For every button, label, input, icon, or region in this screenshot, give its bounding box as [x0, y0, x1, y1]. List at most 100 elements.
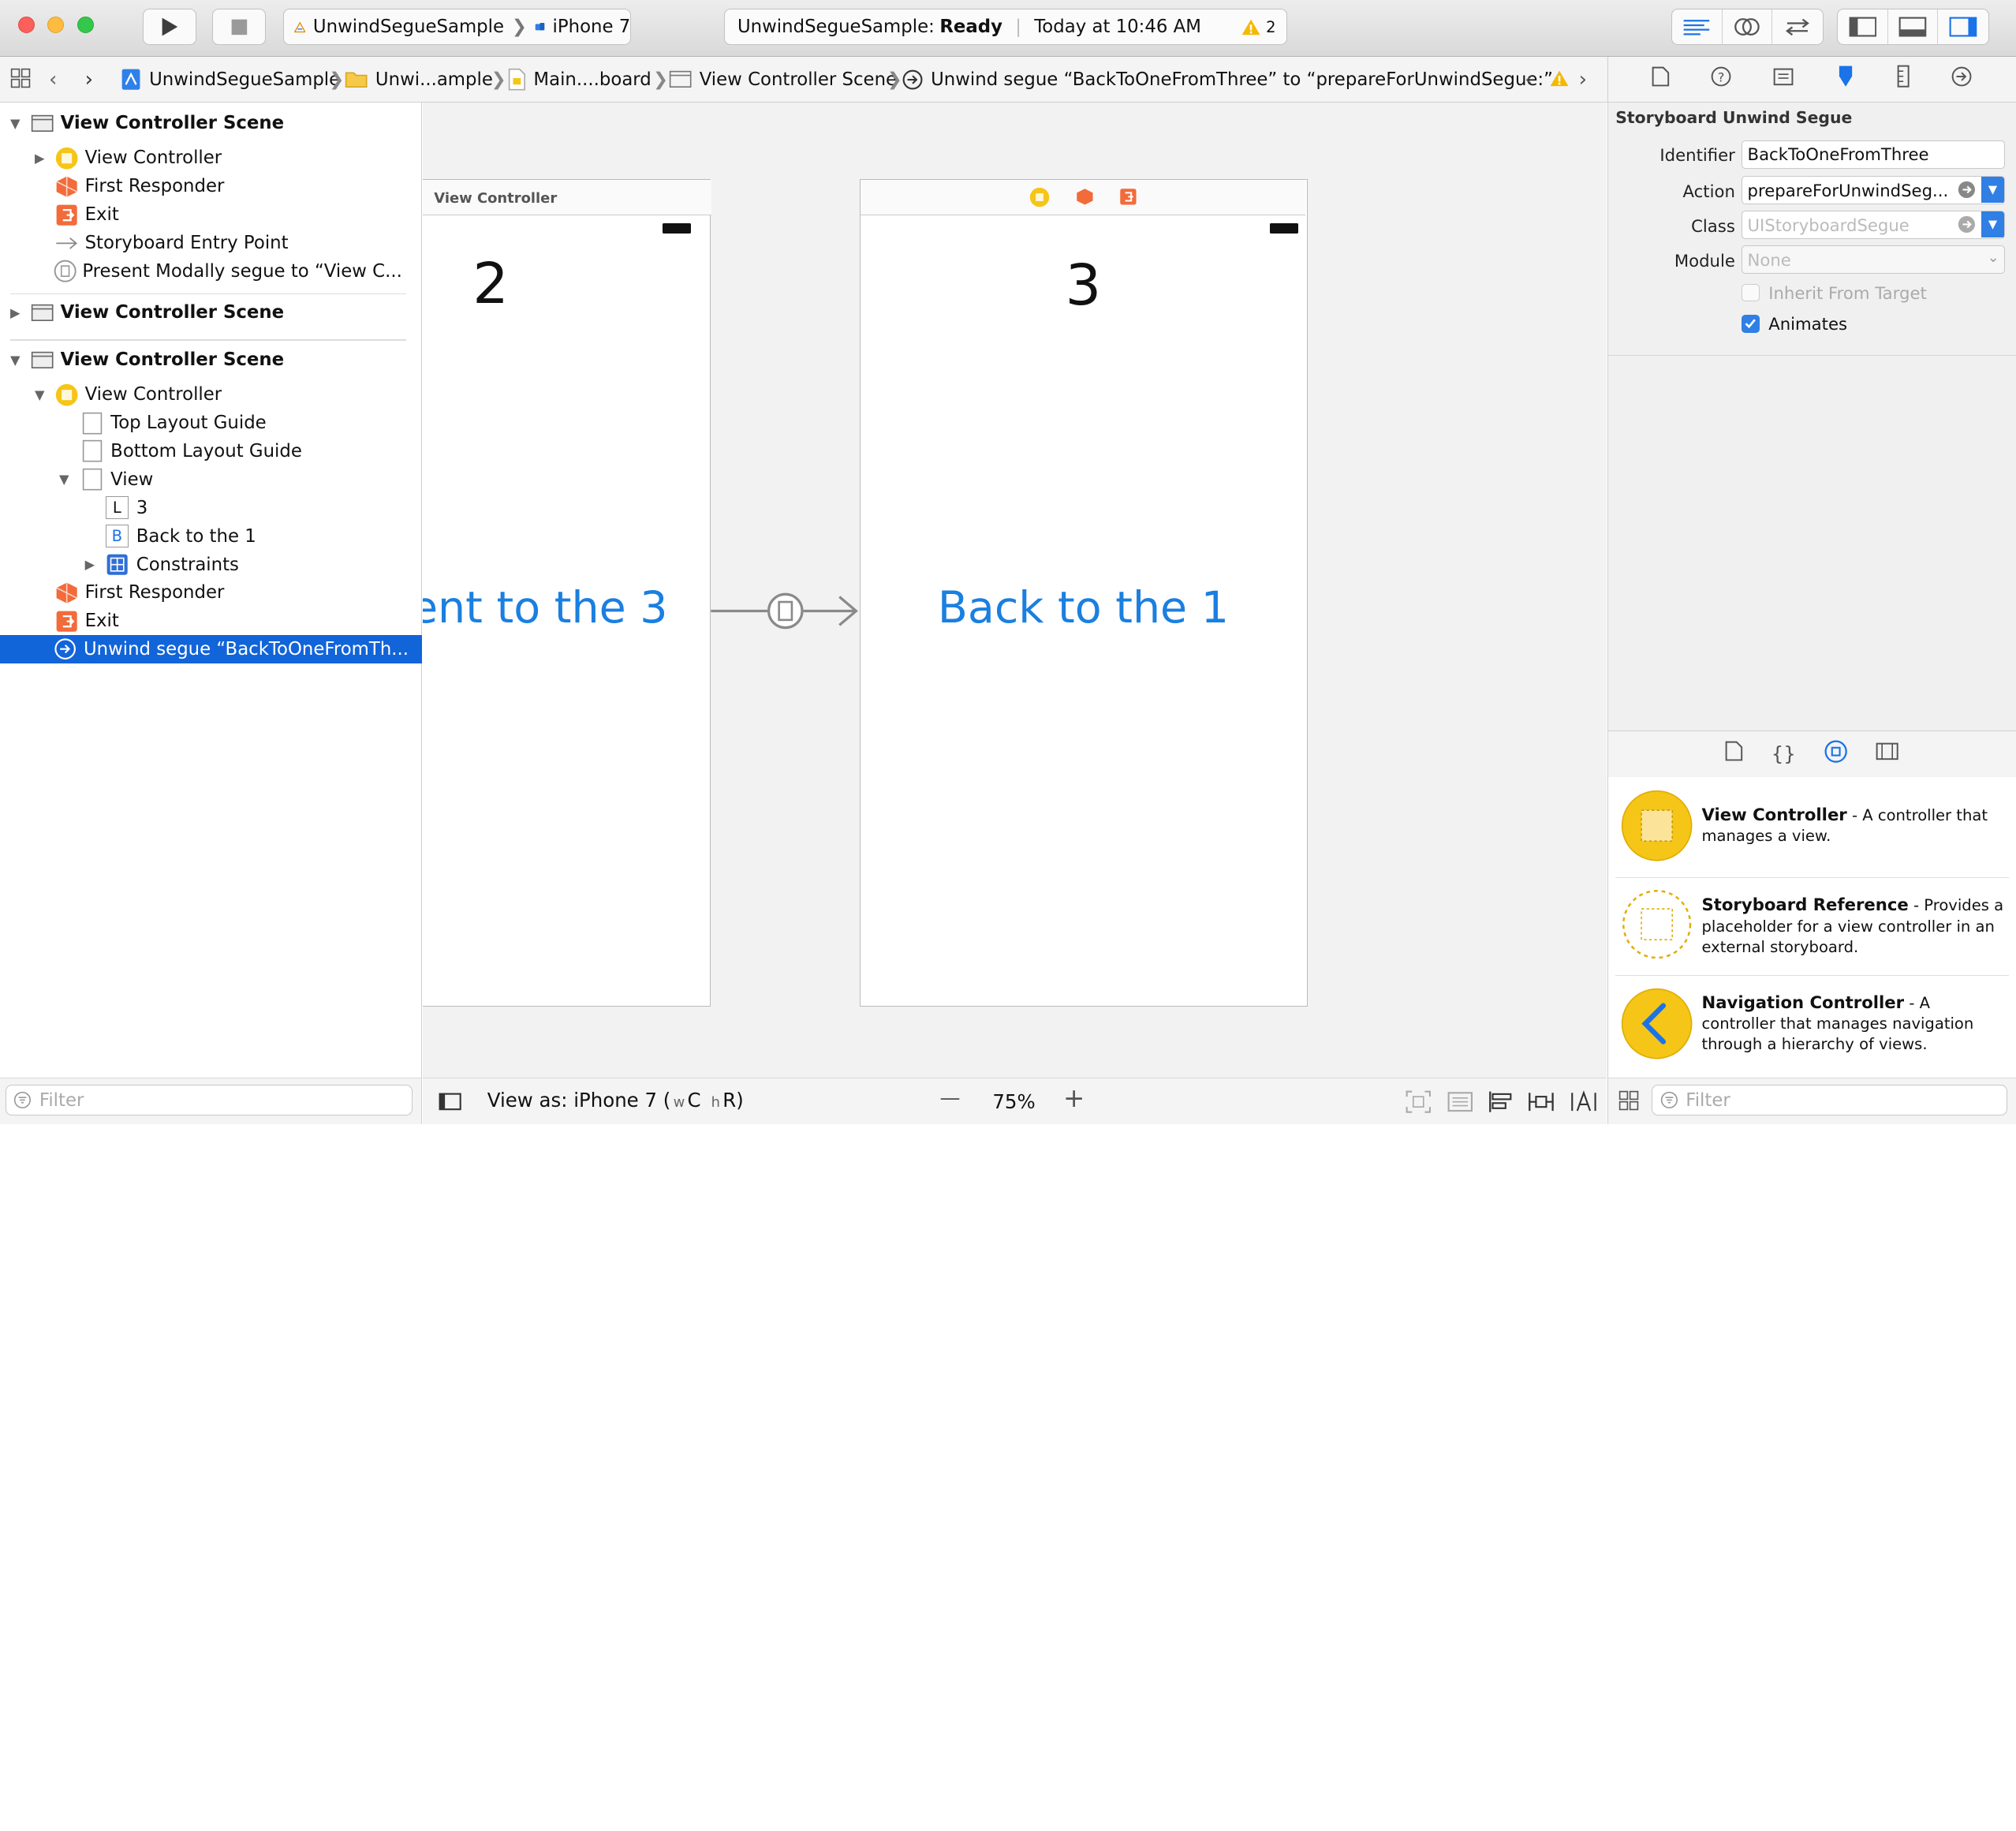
version-editor-button[interactable]: [1772, 9, 1823, 44]
related-items-button[interactable]: [10, 68, 31, 93]
library-view-mode-button[interactable]: [1618, 1090, 1639, 1116]
outline-button-back[interactable]: B Back to the 1: [0, 522, 422, 551]
outline-first-responder-3[interactable]: First Responder: [0, 578, 422, 607]
toggle-navigator-button[interactable]: [1838, 9, 1888, 44]
connections-inspector-tab[interactable]: [1951, 66, 1972, 92]
file-template-library-tab[interactable]: [1725, 741, 1743, 767]
outline-view[interactable]: ▼ View: [0, 465, 422, 494]
library-item-view-controller[interactable]: View Controller - A controller that mana…: [1608, 787, 2016, 885]
issue-warning-icon[interactable]: [1549, 69, 1570, 92]
zoom-level[interactable]: 75%: [992, 1090, 1035, 1113]
class-field[interactable]: UIStoryboardSegue ▼: [1742, 211, 2005, 239]
identity-inspector-tab[interactable]: [1773, 68, 1794, 92]
first-responder-icon[interactable]: [1076, 188, 1094, 206]
breadcrumb-folder[interactable]: Unwi...ample: [345, 69, 493, 90]
minimize-window-button[interactable]: [47, 17, 64, 33]
unwind-segue-icon: [902, 69, 923, 90]
navigate-arrow-icon[interactable]: [1958, 181, 1976, 199]
module-field[interactable]: None ⌄: [1742, 245, 2005, 274]
disclosure-closed-icon[interactable]: ▶: [85, 557, 98, 572]
navigate-arrow-icon[interactable]: [1958, 215, 1976, 234]
outline-unwind-segue-selected[interactable]: Unwind segue “BackToOneFromTh...: [0, 635, 422, 663]
breadcrumb-scene[interactable]: View Controller Scene: [669, 69, 898, 90]
quick-help-tab[interactable]: ?: [1711, 66, 1731, 92]
previous-issue-button[interactable]: ‹: [1525, 68, 1533, 92]
disclosure-closed-icon[interactable]: ▶: [35, 151, 47, 166]
resolve-issues-button[interactable]: [1570, 1090, 1598, 1118]
scene-3-frame[interactable]: 3 Back to the 1: [860, 179, 1307, 1007]
scene-3-number-label[interactable]: 3: [861, 252, 1305, 318]
outline-top-layout-guide[interactable]: Top Layout Guide: [0, 409, 422, 437]
zoom-in-button[interactable]: +: [1063, 1083, 1085, 1113]
attributes-inspector-tab[interactable]: [1835, 65, 1856, 93]
stop-button[interactable]: [212, 9, 266, 45]
outline-scene-3[interactable]: ▼ View Controller Scene: [0, 346, 422, 374]
breadcrumb-segue[interactable]: Unwind segue “BackToOneFromThree” to “pr…: [902, 69, 1553, 90]
outline-bottom-layout-guide[interactable]: Bottom Layout Guide: [0, 437, 422, 465]
next-issue-button[interactable]: ›: [1579, 68, 1587, 92]
scene-2-number-label[interactable]: 2: [472, 250, 509, 316]
view-as-button[interactable]: View as: iPhone 7 ( w C h R): [487, 1089, 744, 1112]
inherit-from-target-checkbox[interactable]: Inherit From Target: [1742, 283, 1927, 303]
outline-exit-3[interactable]: Exit: [0, 607, 422, 635]
outline-first-responder[interactable]: First Responder: [0, 172, 422, 200]
animates-checkbox[interactable]: Animates: [1742, 314, 1847, 334]
file-inspector-tab[interactable]: [1652, 66, 1670, 92]
outline-exit[interactable]: Exit: [0, 200, 422, 229]
disclosure-open-icon[interactable]: ▼: [10, 116, 23, 131]
outline-entry-point[interactable]: Storyboard Entry Point: [0, 229, 422, 257]
chevron-down-icon[interactable]: ▼: [1981, 211, 2004, 237]
outline-view-controller[interactable]: ▶ View Controller: [0, 144, 422, 173]
outline-constraints[interactable]: ▶ Constraints: [0, 551, 422, 579]
scene-icon: [669, 70, 692, 88]
identifier-field[interactable]: BackToOneFromThree: [1742, 140, 2005, 169]
toggle-utilities-button[interactable]: [1938, 9, 1988, 44]
standard-editor-button[interactable]: [1672, 9, 1723, 44]
assistant-editor-button[interactable]: [1723, 9, 1773, 44]
toggle-outline-button[interactable]: [439, 1093, 461, 1115]
ruler-icon: [1897, 65, 1910, 88]
outline-view-controller-3[interactable]: ▼ View Controller: [0, 380, 422, 409]
breadcrumb-project[interactable]: UnwindSegueSample: [121, 68, 340, 91]
outline-label-3[interactable]: L 3: [0, 494, 422, 522]
scheme-selector[interactable]: UnwindSegueSample ❯ iPhone 7: [283, 9, 632, 45]
back-button[interactable]: ‹: [49, 68, 57, 92]
scene-2-title-bar: View Controller: [423, 180, 711, 216]
run-button[interactable]: [143, 9, 196, 45]
update-frames-button[interactable]: [1406, 1090, 1432, 1118]
scene-2-button[interactable]: ent to the 3: [423, 583, 667, 633]
embed-in-stack-button[interactable]: [1447, 1090, 1473, 1118]
library-item-storyboard-reference[interactable]: Storyboard Reference - Provides a placeh…: [1608, 887, 2016, 985]
disclosure-open-icon[interactable]: ▼: [35, 387, 47, 402]
object-library-tab[interactable]: [1824, 740, 1847, 768]
disclosure-open-icon[interactable]: ▼: [59, 472, 72, 487]
action-field[interactable]: prepareForUnwindSeg... ▼: [1742, 176, 2005, 204]
disclosure-open-icon[interactable]: ▼: [10, 353, 23, 368]
zoom-window-button[interactable]: [77, 17, 94, 33]
outline-scene-2[interactable]: ▶ View Controller Scene: [0, 298, 422, 327]
close-window-button[interactable]: [18, 17, 35, 33]
library-item-navigation-controller[interactable]: Navigation Controller - A controller tha…: [1608, 985, 2016, 1083]
warning-indicator[interactable]: 2: [1241, 18, 1276, 36]
toggle-debug-area-button[interactable]: [1888, 9, 1939, 44]
disclosure-closed-icon[interactable]: ▶: [10, 305, 23, 320]
view-controller-icon[interactable]: [1029, 187, 1050, 207]
add-constraints-button[interactable]: [1527, 1090, 1555, 1118]
forward-button[interactable]: ›: [85, 68, 93, 92]
align-button[interactable]: [1488, 1090, 1514, 1118]
size-inspector-tab[interactable]: [1897, 65, 1910, 93]
zoom-out-button[interactable]: —: [940, 1086, 961, 1110]
storyboard-canvas[interactable]: View Controller 2 ent to the 3 3 Back to…: [423, 103, 1607, 1078]
chevron-down-icon[interactable]: ▼: [1981, 177, 2004, 203]
outline-scene-1[interactable]: ▼ View Controller Scene: [0, 110, 422, 138]
outline-modal-segue[interactable]: Present Modally segue to “View C...: [0, 257, 422, 286]
breadcrumb-storyboard[interactable]: Main....board: [508, 68, 651, 91]
segue-arrow[interactable]: [708, 592, 863, 630]
library-filter-input[interactable]: Filter: [1652, 1085, 2008, 1115]
media-library-tab[interactable]: [1876, 742, 1898, 766]
outline-filter-input[interactable]: Filter: [6, 1085, 413, 1115]
scene-2-frame[interactable]: View Controller 2 ent to the 3: [423, 179, 711, 1007]
code-snippet-library-tab[interactable]: {}: [1771, 742, 1796, 765]
back-to-the-1-button[interactable]: Back to the 1: [861, 583, 1305, 633]
exit-icon[interactable]: [1119, 188, 1137, 206]
